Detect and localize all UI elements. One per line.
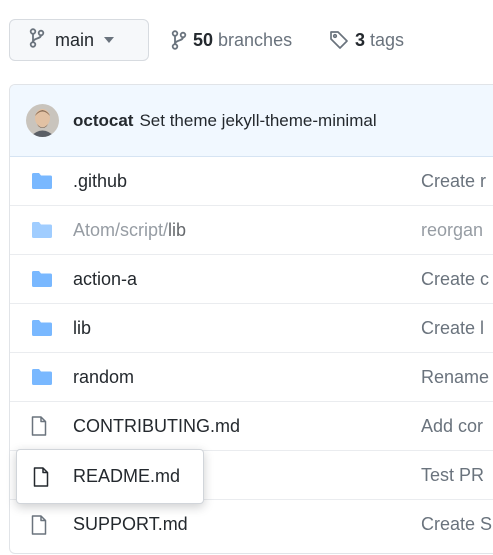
branch-select-button[interactable]: main	[9, 19, 149, 61]
file-commit-message[interactable]: Create l	[421, 318, 484, 339]
folder-icon	[31, 368, 53, 386]
file-row-contributing[interactable]: CONTRIBUTING.md Add cor	[10, 402, 493, 451]
file-row-action-a[interactable]: action-a Create c	[10, 255, 493, 304]
file-row-random[interactable]: random Rename	[10, 353, 493, 402]
branches-link[interactable]: 50 branches	[171, 19, 292, 61]
tags-link[interactable]: 3 tags	[329, 19, 404, 61]
file-name[interactable]: .github	[73, 171, 127, 192]
folder-icon	[31, 221, 53, 239]
latest-commit-bar: octocat Set theme jekyll-theme-minimal	[10, 85, 493, 157]
file-row-github[interactable]: .github Create r	[10, 157, 493, 206]
file-row-atom-script-lib[interactable]: Atom/script/lib reorgan	[10, 206, 493, 255]
branches-label: branches	[218, 29, 293, 50]
tags-label: tags	[370, 29, 405, 50]
file-name[interactable]: lib	[73, 318, 91, 339]
commit-author[interactable]: octocat	[73, 111, 133, 131]
file-name[interactable]: action-a	[73, 269, 137, 290]
repo-toolbar: main 50 branches 3 tags	[0, 0, 493, 84]
file-commit-message[interactable]: Test PR	[421, 465, 484, 486]
caret-down-icon	[104, 37, 115, 43]
file-commit-message[interactable]: reorgan	[421, 220, 483, 241]
tags-count: 3	[355, 29, 366, 50]
branches-count: 50	[193, 29, 214, 50]
readme-file-name[interactable]: README.md	[73, 466, 180, 487]
file-name[interactable]: CONTRIBUTING.md	[73, 416, 240, 437]
folder-icon	[31, 172, 53, 190]
commit-message[interactable]: Set theme jekyll-theme-minimal	[139, 111, 376, 131]
file-icon	[31, 416, 47, 436]
file-name[interactable]: SUPPORT.md	[73, 514, 188, 535]
file-commit-message[interactable]: Create r	[421, 171, 486, 192]
file-row-lib[interactable]: lib Create l	[10, 304, 493, 353]
file-icon	[31, 514, 47, 535]
file-name[interactable]: random	[73, 367, 134, 388]
file-path-prefix: Atom/script/	[73, 219, 169, 240]
branch-name: main	[55, 29, 95, 50]
git-branch-icon	[29, 27, 45, 53]
file-commit-message[interactable]: Add cor	[421, 416, 483, 437]
tag-icon	[329, 30, 349, 50]
git-branch-icon	[171, 30, 187, 50]
folder-icon	[31, 270, 53, 288]
file-commit-message[interactable]: Create S	[421, 514, 492, 535]
file-row-support[interactable]: SUPPORT.md Create S	[10, 500, 493, 549]
folder-icon	[31, 319, 53, 337]
readme-highlight-callout[interactable]: README.md	[16, 449, 204, 504]
file-path-leaf: lib	[168, 219, 187, 240]
file-commit-message[interactable]: Rename	[421, 367, 489, 388]
avatar[interactable]	[26, 104, 59, 137]
file-icon	[33, 466, 49, 487]
file-commit-message[interactable]: Create c	[421, 269, 489, 290]
file-name[interactable]: Atom/script/lib	[73, 220, 186, 241]
